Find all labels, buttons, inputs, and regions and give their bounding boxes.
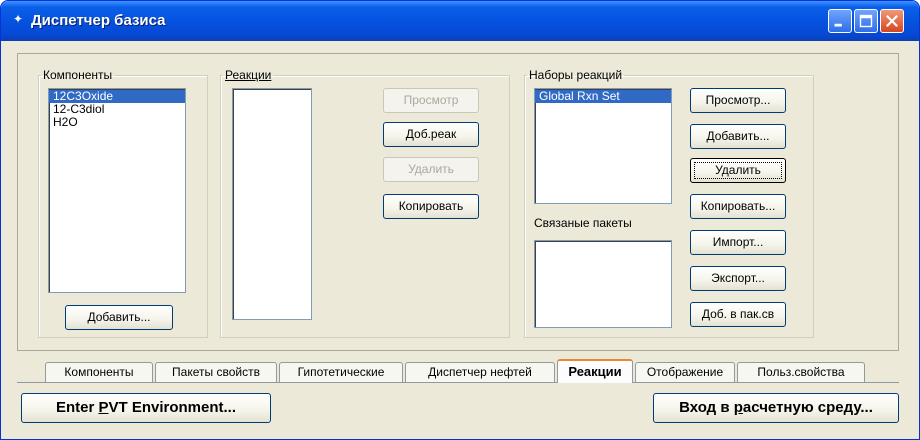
reactions-group-label: Реакции [223,68,273,82]
tab-oil-manager[interactable]: Диспетчер нефтей [405,362,555,382]
add-to-fluid-package-button[interactable]: Доб. в пак.св [690,302,786,327]
enter-sim-accel: р [733,399,743,416]
reactions-listbox[interactable] [232,88,312,320]
components-group-label: Компоненты [43,68,113,82]
minimize-icon [834,23,842,27]
enter-sim-suffix: асчетную среду... [742,399,873,416]
enter-pvt-prefix: Enter [55,399,99,416]
close-button[interactable] [880,9,904,33]
add-reaction-set-button[interactable]: Добавить... [690,124,786,149]
components-listbox[interactable]: 12C3Oxide 12-C3diol H2O [48,88,186,293]
reaction-sets-group-label: Наборы реакций [527,68,624,82]
import-reaction-set-button[interactable]: Импорт... [690,230,786,255]
tab-user-properties[interactable]: Польз.свойства [737,362,865,382]
tab-page-reactions: Компоненты 12C3Oxide 12-C3diol H2O Добав… [17,53,899,351]
enter-sim-prefix: Вход в [679,399,734,416]
component-item[interactable]: H2O [49,116,185,129]
enter-pvt-environment-button[interactable]: Enter PVT Environment... [21,393,271,423]
tab-reactions[interactable]: Реакции [557,359,633,383]
enter-simulation-environment-button[interactable]: Вход в расчетную среду... [653,393,899,423]
minimize-button[interactable] [828,9,852,33]
linked-packages-label: Связаные пакеты [534,216,632,230]
basis-manager-window: ✦ Диспетчер базиса Компоненты 12C3Oxide … [0,0,920,440]
view-reaction-button[interactable]: Просмотр [383,88,479,113]
window-title: Диспетчер базиса [31,12,166,29]
linked-packages-listbox[interactable] [534,240,672,328]
app-icon: ✦ [12,12,24,26]
copy-reaction-set-button[interactable]: Копировать... [690,194,786,219]
reaction-set-item[interactable]: Global Rxn Set [535,90,671,103]
enter-pvt-accel: P [98,399,109,416]
export-reaction-set-button[interactable]: Экспорт... [690,266,786,291]
reactions-group-label-text: Реакции [225,68,272,82]
window-client-area: Компоненты 12C3Oxide 12-C3diol H2O Добав… [5,41,915,437]
reaction-sets-listbox[interactable]: Global Rxn Set [534,88,672,204]
delete-reaction-set-button[interactable]: Удалить [690,158,786,183]
title-bar[interactable]: ✦ Диспетчер базиса [1,1,919,41]
tab-components[interactable]: Компоненты [45,362,153,382]
tab-hypotheticals[interactable]: Гипотетические [279,362,403,382]
tab-property-packages[interactable]: Пакеты свойств [155,362,277,382]
tab-display[interactable]: Отображение [635,362,735,382]
view-reaction-set-button[interactable]: Просмотр... [690,88,786,113]
copy-reaction-button[interactable]: Копировать [383,194,479,219]
maximize-button[interactable] [854,9,878,33]
add-component-button[interactable]: Добавить... [65,305,173,330]
enter-pvt-suffix: VT Environment... [108,399,237,416]
delete-reaction-button[interactable]: Удалить [383,157,479,182]
close-icon [886,15,898,27]
add-reaction-button[interactable]: Доб.реак [383,122,479,147]
tab-strip-divider [17,382,899,383]
add-component-button-label: Добавить... [87,310,151,324]
maximize-icon [859,14,873,28]
reaction-sets-group-label-text: Наборы реакций [529,68,623,82]
